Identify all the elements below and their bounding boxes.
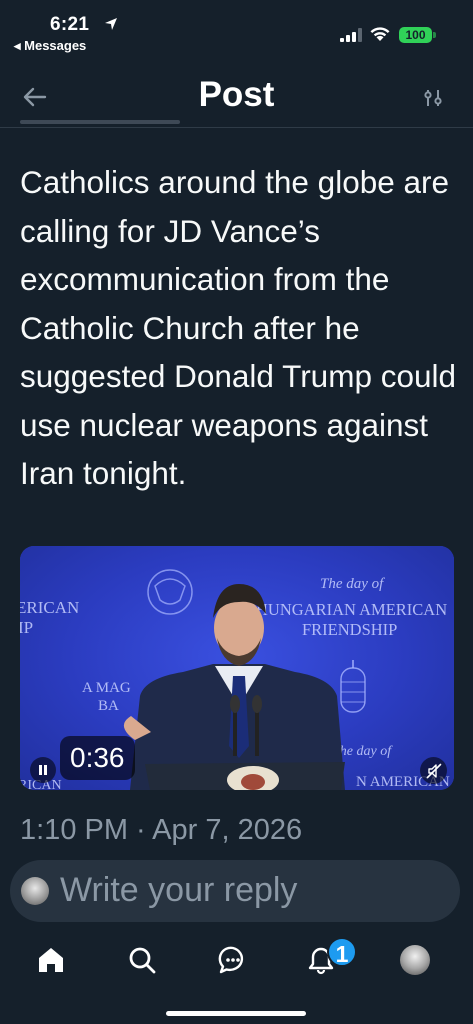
status-bar: 6:21 ◂ Messages 100 [0,0,473,62]
speaker-figure [123,584,345,790]
video-duration: 0:36 [60,736,135,780]
tab-home[interactable] [31,938,71,982]
profile-avatar [400,945,430,975]
chat-bubble-icon [218,946,244,974]
speaker-muted-icon [426,763,441,778]
home-icon [39,948,63,972]
video-player[interactable]: ERICAN IP The day of HUNGARIAN AMERICAN … [20,546,454,790]
search-icon [129,947,156,974]
status-time: 6:21 [50,14,90,35]
notification-badge: 1 [327,937,357,967]
battery-cap [433,32,436,38]
wifi-icon [370,27,390,41]
post-text: Catholics around the globe are calling f… [20,164,457,491]
home-indicator [166,1011,306,1016]
user-avatar [21,877,49,905]
reply-placeholder: Write your reply [60,871,298,909]
post-timestamp: 1:10 PM · Apr 7, 2026 [20,814,303,846]
pause-icon [39,765,47,775]
location-arrow-icon [105,18,117,30]
pause-button[interactable] [30,757,56,783]
page-title: Post [198,75,275,114]
battery-icon: 100 [399,27,432,43]
filter-button[interactable] [418,84,448,112]
sliders-icon [424,90,442,106]
tab-profile[interactable] [395,938,435,982]
mute-button[interactable] [420,757,447,784]
signal-icon [340,28,362,42]
tab-chat[interactable] [213,938,253,982]
clipped-author-line [20,118,300,130]
backdrop-text: ERICAN [20,598,80,617]
backdrop-text: IP [20,618,34,637]
tab-bar [0,930,473,990]
back-to-messages[interactable]: ◂ Messages [14,38,86,54]
reply-input[interactable]: Write your reply [10,860,460,922]
tab-search[interactable] [122,938,162,982]
